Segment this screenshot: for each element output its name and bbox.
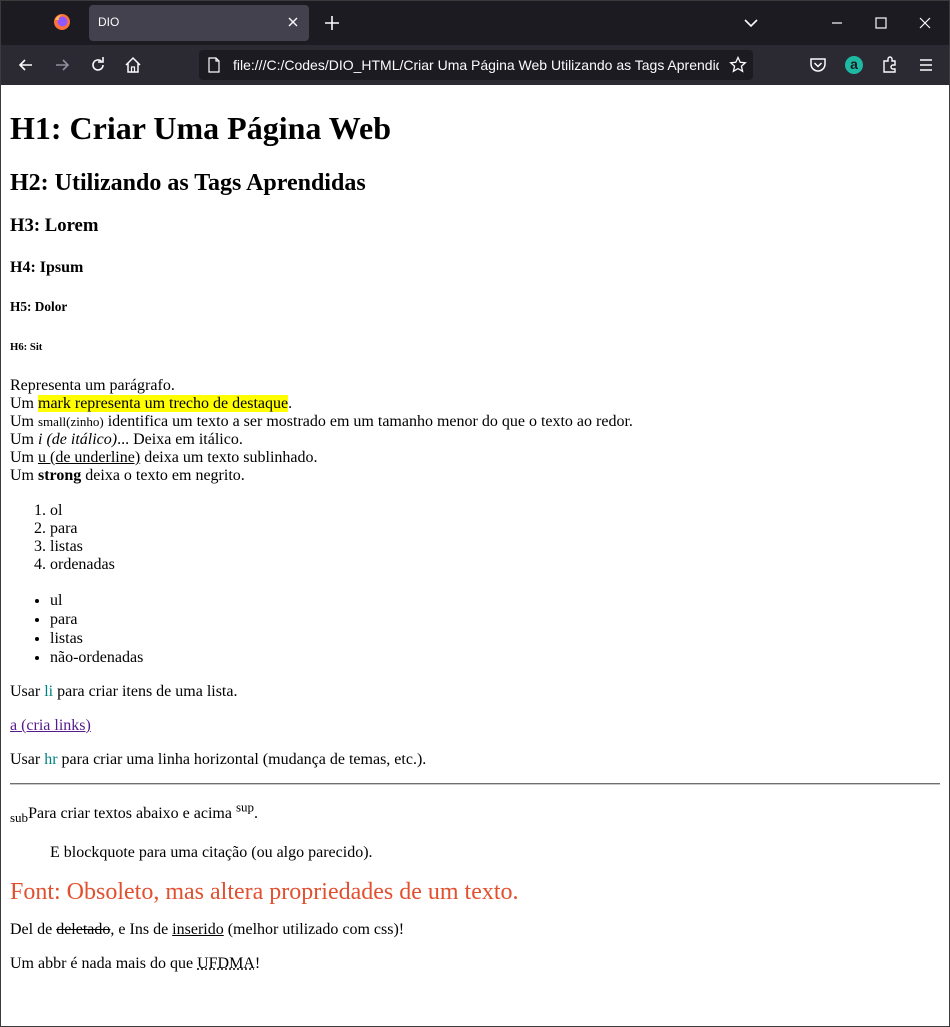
list-item: ul — [50, 591, 143, 610]
italic-text: i (de itálico) — [38, 431, 118, 448]
link-paragraph: a (cria links) — [10, 717, 91, 735]
deleted-text: deletado — [56, 921, 111, 938]
forward-icon[interactable] — [52, 55, 72, 75]
heading-h4: H4: Ipsum — [10, 259, 84, 276]
close-tab-icon[interactable] — [285, 14, 301, 30]
pocket-icon[interactable] — [808, 55, 828, 75]
reload-icon[interactable] — [88, 55, 108, 75]
home-icon[interactable] — [123, 55, 143, 75]
del-ins-paragraph: Del de deletado, e Ins de inserido (melh… — [10, 921, 405, 938]
paragraph-line: Representa um parágrafo. — [10, 377, 175, 394]
chevron-down-icon[interactable] — [741, 14, 761, 32]
list-item: não-ordenadas — [50, 648, 143, 667]
heading-h1: H1: Criar Uma Página Web — [10, 110, 392, 146]
tab-title: DIO — [98, 15, 120, 29]
back-icon[interactable] — [16, 55, 36, 75]
mark-highlight: mark representa um trecho de destaque — [38, 395, 289, 412]
close-window-icon[interactable] — [915, 13, 935, 33]
page-content: H1: Criar Uma Página Web H2: Utilizando … — [2, 86, 948, 1026]
horizontal-rule — [10, 783, 940, 785]
list-item: para — [50, 520, 115, 538]
list-item: listas — [50, 629, 143, 648]
minimize-icon[interactable] — [827, 13, 847, 33]
underline-text: u (de underline) — [38, 449, 141, 466]
nav-bar: file:///C:/Codes/DIO_HTML/Criar Uma Pági… — [1, 45, 949, 85]
browser-window: DIO file:///C:/Codes/DIO_HTML/Criar Uma … — [0, 0, 950, 1027]
url-text[interactable]: file:///C:/Codes/DIO_HTML/Criar Uma Pági… — [233, 57, 719, 73]
maximize-icon[interactable] — [871, 13, 891, 33]
heading-h5: H5: Dolor — [10, 299, 68, 314]
abbr-paragraph: Um abbr é nada mais do que UFDMA! — [10, 955, 261, 972]
heading-h6: H6: Sit — [10, 341, 43, 353]
firefox-icon[interactable] — [53, 13, 71, 31]
address-bar[interactable]: file:///C:/Codes/DIO_HTML/Criar Uma Pági… — [199, 50, 753, 80]
mark-line: Um mark representa um trecho de destaque… — [10, 395, 293, 412]
heading-h3: H3: Lorem — [10, 215, 99, 236]
underline-line: Um u (de underline) deixa um texto subli… — [10, 449, 318, 466]
inserted-text: inserido — [172, 921, 224, 938]
list-item: ordenadas — [50, 556, 115, 574]
new-tab-icon[interactable] — [321, 12, 343, 34]
superscript-text: sup — [235, 799, 255, 815]
menu-icon[interactable] — [916, 55, 936, 75]
hr-tag-text: hr — [44, 751, 58, 768]
hr-paragraph: Usar hr para criar uma linha horizontal … — [10, 751, 427, 768]
unordered-list: ul para listas não-ordenadas — [10, 591, 143, 667]
list-item: ol — [50, 502, 115, 520]
subscript-text: sub — [10, 810, 29, 826]
extension-icon[interactable]: a — [845, 56, 863, 74]
ordered-list: ol para listas ordenadas — [10, 502, 115, 574]
tab-dio[interactable]: DIO — [89, 5, 309, 41]
italic-line: Um i (de itálico)... Deixa em itálico. — [10, 431, 243, 448]
cria-links-link[interactable]: a (cria links) — [10, 717, 91, 734]
font-text: Font: Obsoleto, mas altera propriedades … — [10, 879, 519, 905]
bookmark-star-icon[interactable] — [729, 56, 747, 74]
heading-h2: H2: Utilizando as Tags Aprendidas — [10, 170, 366, 196]
strong-text: strong — [38, 467, 82, 484]
extensions-puzzle-icon[interactable] — [880, 55, 900, 75]
paragraph-block: Representa um parágrafo. Um mark represe… — [10, 377, 910, 485]
page-icon — [208, 57, 220, 73]
li-tag-text: li — [44, 683, 54, 700]
sub-sup-paragraph: subPara criar textos abaixo e acima sup. — [10, 799, 259, 826]
tab-bar: DIO — [1, 1, 949, 45]
abbr-text[interactable]: UFDMA — [197, 955, 255, 972]
strong-line: Um strong deixa o texto em negrito. — [10, 467, 245, 484]
li-paragraph: Usar li para criar itens de uma lista. — [10, 683, 238, 700]
list-item: listas — [50, 538, 115, 556]
blockquote: E blockquote para uma citação (ou algo p… — [50, 844, 373, 861]
list-item: para — [50, 610, 143, 629]
small-line: Um small(zinho) identifica um texto a se… — [10, 413, 633, 430]
small-text: small(zinho) — [38, 414, 104, 429]
